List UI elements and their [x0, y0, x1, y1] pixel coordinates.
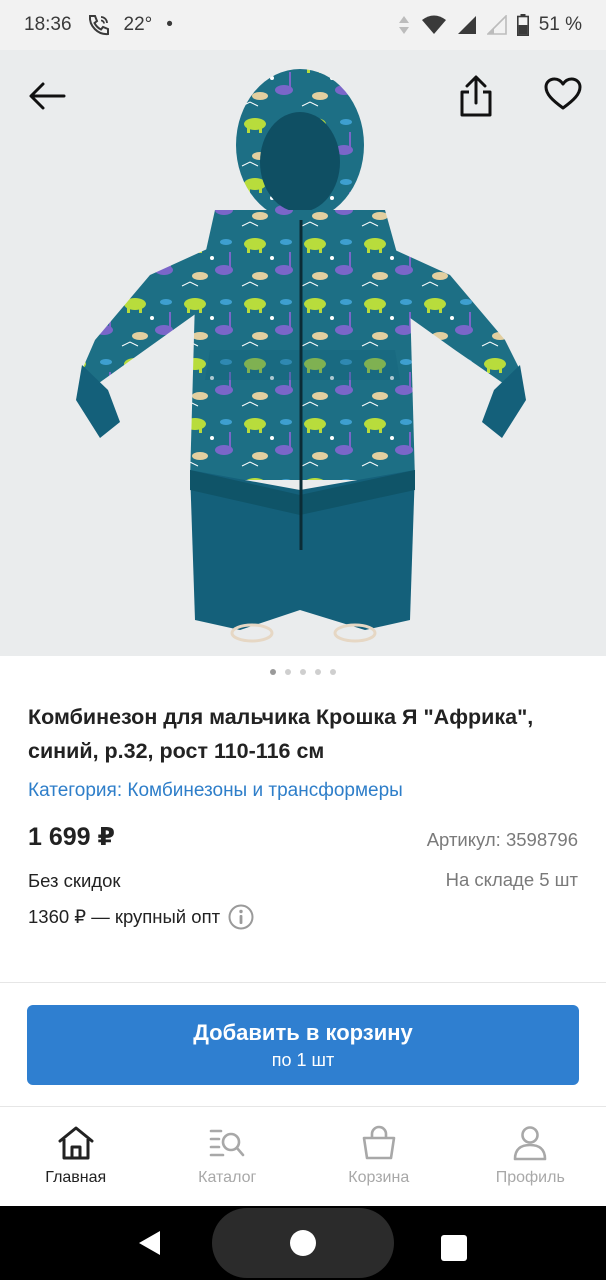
- tab-cart-label: Корзина: [348, 1169, 410, 1186]
- discount-label: Без скидок: [28, 870, 121, 891]
- heart-icon: [544, 77, 582, 110]
- category-link[interactable]: Категория: Комбинезоны и трансформеры: [28, 780, 403, 802]
- snowsuit-illustration: [76, 69, 526, 643]
- system-navigation-bar: [0, 1206, 606, 1280]
- add-to-cart-quantity: по 1 шт: [271, 1049, 335, 1070]
- carousel-dot[interactable]: [270, 669, 276, 675]
- status-bar: 18:36 22° • 51 %: [0, 0, 606, 50]
- carousel-dots[interactable]: [0, 669, 606, 675]
- product-image[interactable]: [0, 50, 606, 656]
- status-temperature: 22°: [123, 14, 153, 35]
- product-title: Комбинезон для мальчика Крошка Я "Африка…: [28, 705, 534, 763]
- stock-label: На складе 5 шт: [445, 869, 578, 890]
- nav-home-icon: [290, 1230, 316, 1256]
- basket-icon: [362, 1125, 396, 1160]
- battery-percent: 51 %: [538, 14, 582, 35]
- status-time: 18:36: [24, 14, 72, 35]
- nav-home-button[interactable]: [212, 1208, 394, 1278]
- share-button[interactable]: [454, 74, 498, 118]
- tab-catalog[interactable]: Каталог: [152, 1107, 304, 1206]
- signal-weak-icon: [486, 15, 507, 35]
- product-price: 1 699 ₽: [28, 823, 115, 851]
- wifi-icon: [421, 15, 447, 35]
- tab-profile[interactable]: Профиль: [455, 1107, 606, 1206]
- wifi-calling-icon: [86, 14, 110, 36]
- add-to-cart-button[interactable]: Добавить в корзину по 1 шт: [27, 1005, 579, 1085]
- add-to-cart-label: Добавить в корзину: [193, 1019, 413, 1045]
- battery-icon: [516, 14, 529, 36]
- tab-catalog-label: Каталог: [198, 1169, 257, 1186]
- nav-recent-icon[interactable]: [441, 1235, 467, 1261]
- carousel-dot[interactable]: [285, 669, 291, 675]
- catalog-search-icon: [209, 1129, 245, 1157]
- back-button[interactable]: [25, 74, 69, 118]
- tab-home-label: Главная: [45, 1169, 107, 1186]
- home-icon: [58, 1126, 94, 1160]
- profile-icon: [513, 1126, 547, 1161]
- data-arrows-icon: [397, 15, 411, 35]
- arrow-left-icon: [29, 82, 66, 110]
- signal-icon: [457, 15, 477, 35]
- carousel-dot[interactable]: [315, 669, 321, 675]
- carousel-dot[interactable]: [330, 669, 336, 675]
- wholesale-price: 1360 ₽ — крупный опт: [28, 904, 254, 930]
- share-icon: [460, 75, 492, 117]
- tab-cart[interactable]: Корзина: [303, 1107, 455, 1206]
- tab-home[interactable]: Главная: [0, 1107, 152, 1206]
- info-icon[interactable]: [228, 904, 254, 930]
- carousel-dot[interactable]: [300, 669, 306, 675]
- tab-profile-label: Профиль: [495, 1169, 565, 1186]
- product-sku: Артикул: 3598796: [426, 829, 578, 850]
- favorite-button[interactable]: [541, 72, 585, 116]
- add-to-cart-area: Добавить в корзину по 1 шт: [0, 982, 606, 1106]
- status-bullet: •: [166, 14, 173, 35]
- nav-back-icon[interactable]: [136, 1229, 164, 1257]
- bottom-tab-bar: Главная Каталог Корзина Профиль: [0, 1106, 606, 1206]
- wholesale-text: 1360 ₽ — крупный опт: [28, 906, 221, 927]
